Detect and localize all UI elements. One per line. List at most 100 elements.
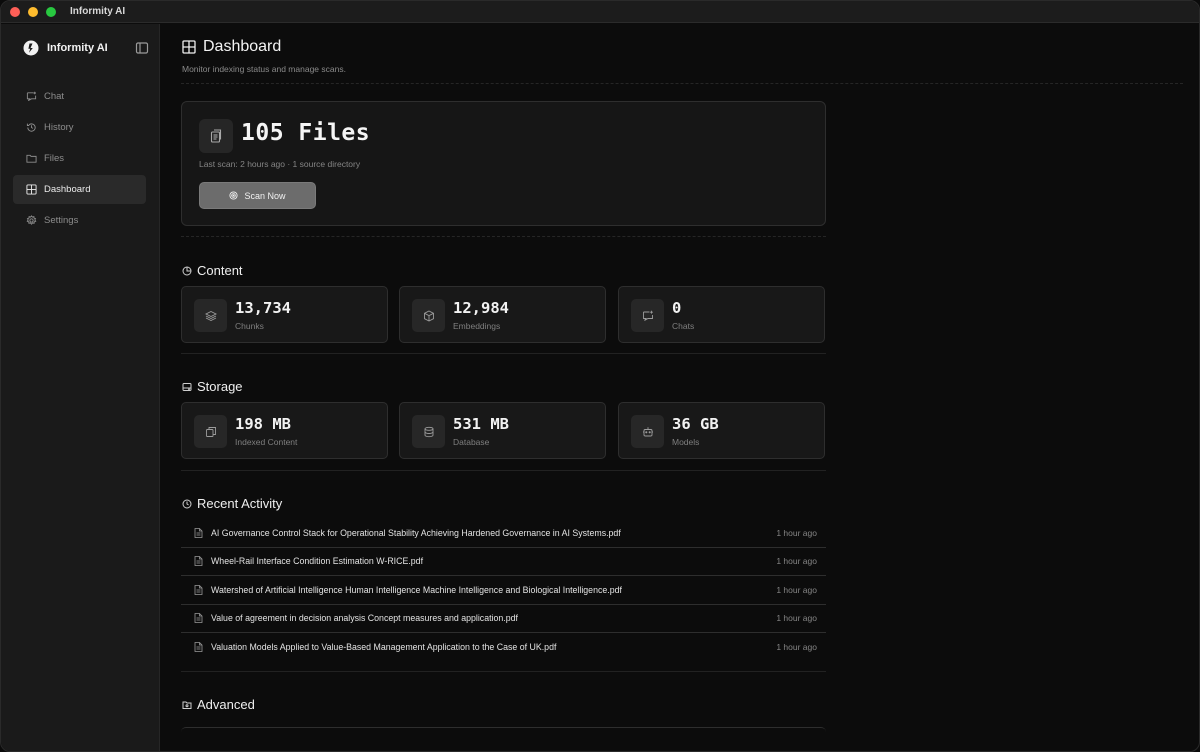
document-icon [194,584,203,595]
hard-drive-icon [182,382,192,391]
layers-icon [194,299,227,332]
activity-row[interactable]: Watershed of Artificial Intelligence Hum… [181,576,826,605]
stat-label: Chunks [235,321,264,331]
cube-icon [412,299,445,332]
sidebar-nav: Chat History Files Dashboard Settings [13,82,146,237]
page-title: Dashboard [203,38,282,55]
database-icon [412,415,445,448]
files-count: 105 Files [241,120,371,146]
sidebar-item-label: Dashboard [44,184,91,195]
title-bar: Informity AI [1,1,1199,23]
clock-icon [182,499,192,508]
activity-section-title: Recent Activity [182,496,282,511]
advanced-title: Advanced [197,697,255,712]
activity-title: Recent Activity [197,496,283,511]
activity-row[interactable]: Wheel-Rail Interface Condition Estimatio… [181,548,826,576]
chat-icon [26,91,37,102]
sidebar-item-label: Chat [44,91,65,102]
folder-settings-icon [182,701,192,709]
activity-row[interactable]: Value of agreement in decision analysis … [181,605,826,633]
history-icon [26,123,36,132]
files-summary-card: 105 Files Last scan: 2 hours ago · 1 sou… [181,101,826,226]
document-icon [194,527,203,538]
activity-file-name: Value of agreement in decision analysis … [211,613,518,624]
stat-label: Chats [672,321,695,331]
activity-time: 1 hour ago [776,527,817,538]
scan-now-label: Scan Now [244,190,286,201]
stat-label: Database [453,437,490,447]
page-subtitle: Monitor indexing status and manage scans… [182,64,346,74]
sidebar-item-label: Settings [44,215,79,226]
stat-card-indexed-content: 198 MB Indexed Content [181,402,388,459]
minimize-window-button[interactable] [28,6,38,17]
recent-activity-list: AI Governance Control Stack for Operatio… [181,519,826,662]
robot-icon [631,415,664,448]
content-title: Content [197,263,243,278]
app-window: Informity AI Informity AI Chat History F… [0,0,1200,752]
window-title: Informity AI [70,6,126,17]
stat-label: Indexed Content [235,437,298,447]
chat-plus-icon [631,299,664,332]
stat-card-chunks: 13,734 Chunks [181,286,388,343]
brand[interactable]: Informity AI [23,40,108,56]
sidebar-item-chat[interactable]: Chat [13,82,146,111]
stat-value: 12,984 [453,299,509,317]
activity-time: 1 hour ago [776,556,817,567]
files-icon [199,119,233,153]
sidebar-item-dashboard[interactable]: Dashboard [13,175,146,204]
sidebar-item-history[interactable]: History [13,113,146,142]
stat-value: 0 [672,299,682,317]
copy-icon [194,415,227,448]
advanced-panel [181,727,826,751]
stat-value: 13,734 [235,299,291,317]
stat-value: 36 GB [672,415,719,433]
last-scan-info: Last scan: 2 hours ago · 1 source direct… [199,159,361,169]
sidebar-item-files[interactable]: Files [13,144,146,173]
stat-card-chats: 0 Chats [618,286,825,343]
activity-row[interactable]: Valuation Models Applied to Value-Based … [181,633,826,662]
activity-file-name: Valuation Models Applied to Value-Based … [211,642,557,653]
stat-label: Embeddings [453,321,501,331]
page-header: Dashboard Monitor indexing status and ma… [182,38,346,74]
dashboard-grid-icon [182,40,196,54]
brand-name: Informity AI [47,42,108,54]
pie-chart-icon [182,266,192,275]
activity-time: 1 hour ago [776,584,817,595]
activity-file-name: AI Governance Control Stack for Operatio… [211,527,621,538]
scan-now-button[interactable]: Scan Now [199,182,316,209]
section-divider [181,470,826,471]
content-section-title: Content [182,263,243,278]
sidebar-toggle-icon[interactable] [135,41,149,55]
storage-section-title: Storage [182,379,243,394]
document-icon [194,613,203,624]
sidebar: Informity AI Chat History Files Dashboar… [1,24,160,751]
storage-title: Storage [197,379,243,394]
page-title-row: Dashboard [182,38,346,56]
section-divider [181,671,826,672]
brand-logo-icon [23,40,39,56]
sidebar-item-settings[interactable]: Settings [13,206,146,235]
grid-icon [26,184,37,195]
section-divider [181,353,826,354]
gear-icon [26,215,37,225]
sidebar-item-label: Files [44,153,65,164]
close-window-button[interactable] [10,6,20,17]
activity-file-name: Watershed of Artificial Intelligence Hum… [211,584,622,595]
activity-row[interactable]: AI Governance Control Stack for Operatio… [181,519,826,548]
folder-icon [26,154,37,163]
stat-card-database: 531 MB Database [399,402,606,459]
stat-value: 198 MB [235,415,291,433]
activity-time: 1 hour ago [776,613,817,624]
advanced-section-title: Advanced [182,697,255,712]
header-divider [181,83,1183,84]
stat-label: Models [672,437,700,447]
main-content: Dashboard Monitor indexing status and ma… [161,24,1199,751]
activity-time: 1 hour ago [776,642,817,653]
document-icon [194,556,203,567]
hero-divider [181,236,826,237]
stat-card-models: 36 GB Models [618,402,825,459]
window-controls [10,6,56,17]
zoom-window-button[interactable] [46,6,56,17]
sidebar-item-label: History [44,122,74,133]
stat-value: 531 MB [453,415,509,433]
